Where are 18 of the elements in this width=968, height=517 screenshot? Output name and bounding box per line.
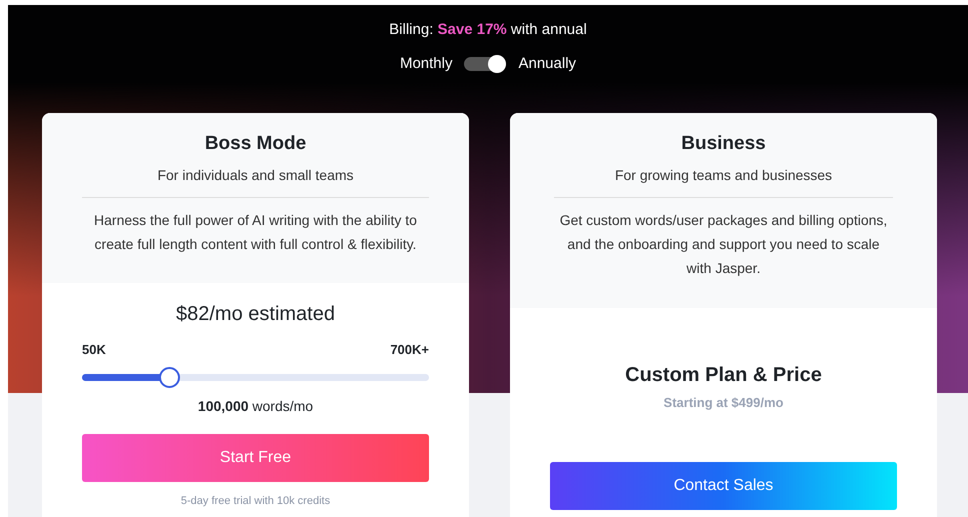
start-free-button[interactable]: Start Free (82, 434, 429, 482)
starting-price: Starting at $499/mo (662, 395, 784, 410)
words-amount: 100,000 words/mo (196, 398, 314, 414)
billing-text: Billing: Save 17% with annual (389, 21, 587, 38)
plan-name: Business (680, 133, 767, 155)
range-max-label: 700K+ (390, 342, 429, 357)
custom-price-title: Custom Plan & Price (624, 364, 823, 387)
monthly-label: Monthly (400, 55, 452, 72)
plan-description: Get custom words/user packages and billing options, and the onboarding and support you need to scale with Jasper. (558, 211, 888, 278)
trial-note: 5-day free trial with 10k credits (180, 495, 332, 507)
plan-subtitle: For growing teams and businesses (614, 167, 834, 183)
price-estimate: $82/mo estimated (175, 303, 336, 326)
range-min-label: 50K (82, 342, 106, 357)
annually-label: Annually (518, 55, 576, 72)
contact-sales-button[interactable]: Contact Sales (550, 462, 897, 510)
plan-name: Boss Mode (204, 133, 308, 155)
plan-subtitle: For individuals and small teams (156, 167, 355, 183)
plan-description: Harness the full power of AI writing with the ability to create full length content with full control & flexibility. (93, 211, 418, 254)
